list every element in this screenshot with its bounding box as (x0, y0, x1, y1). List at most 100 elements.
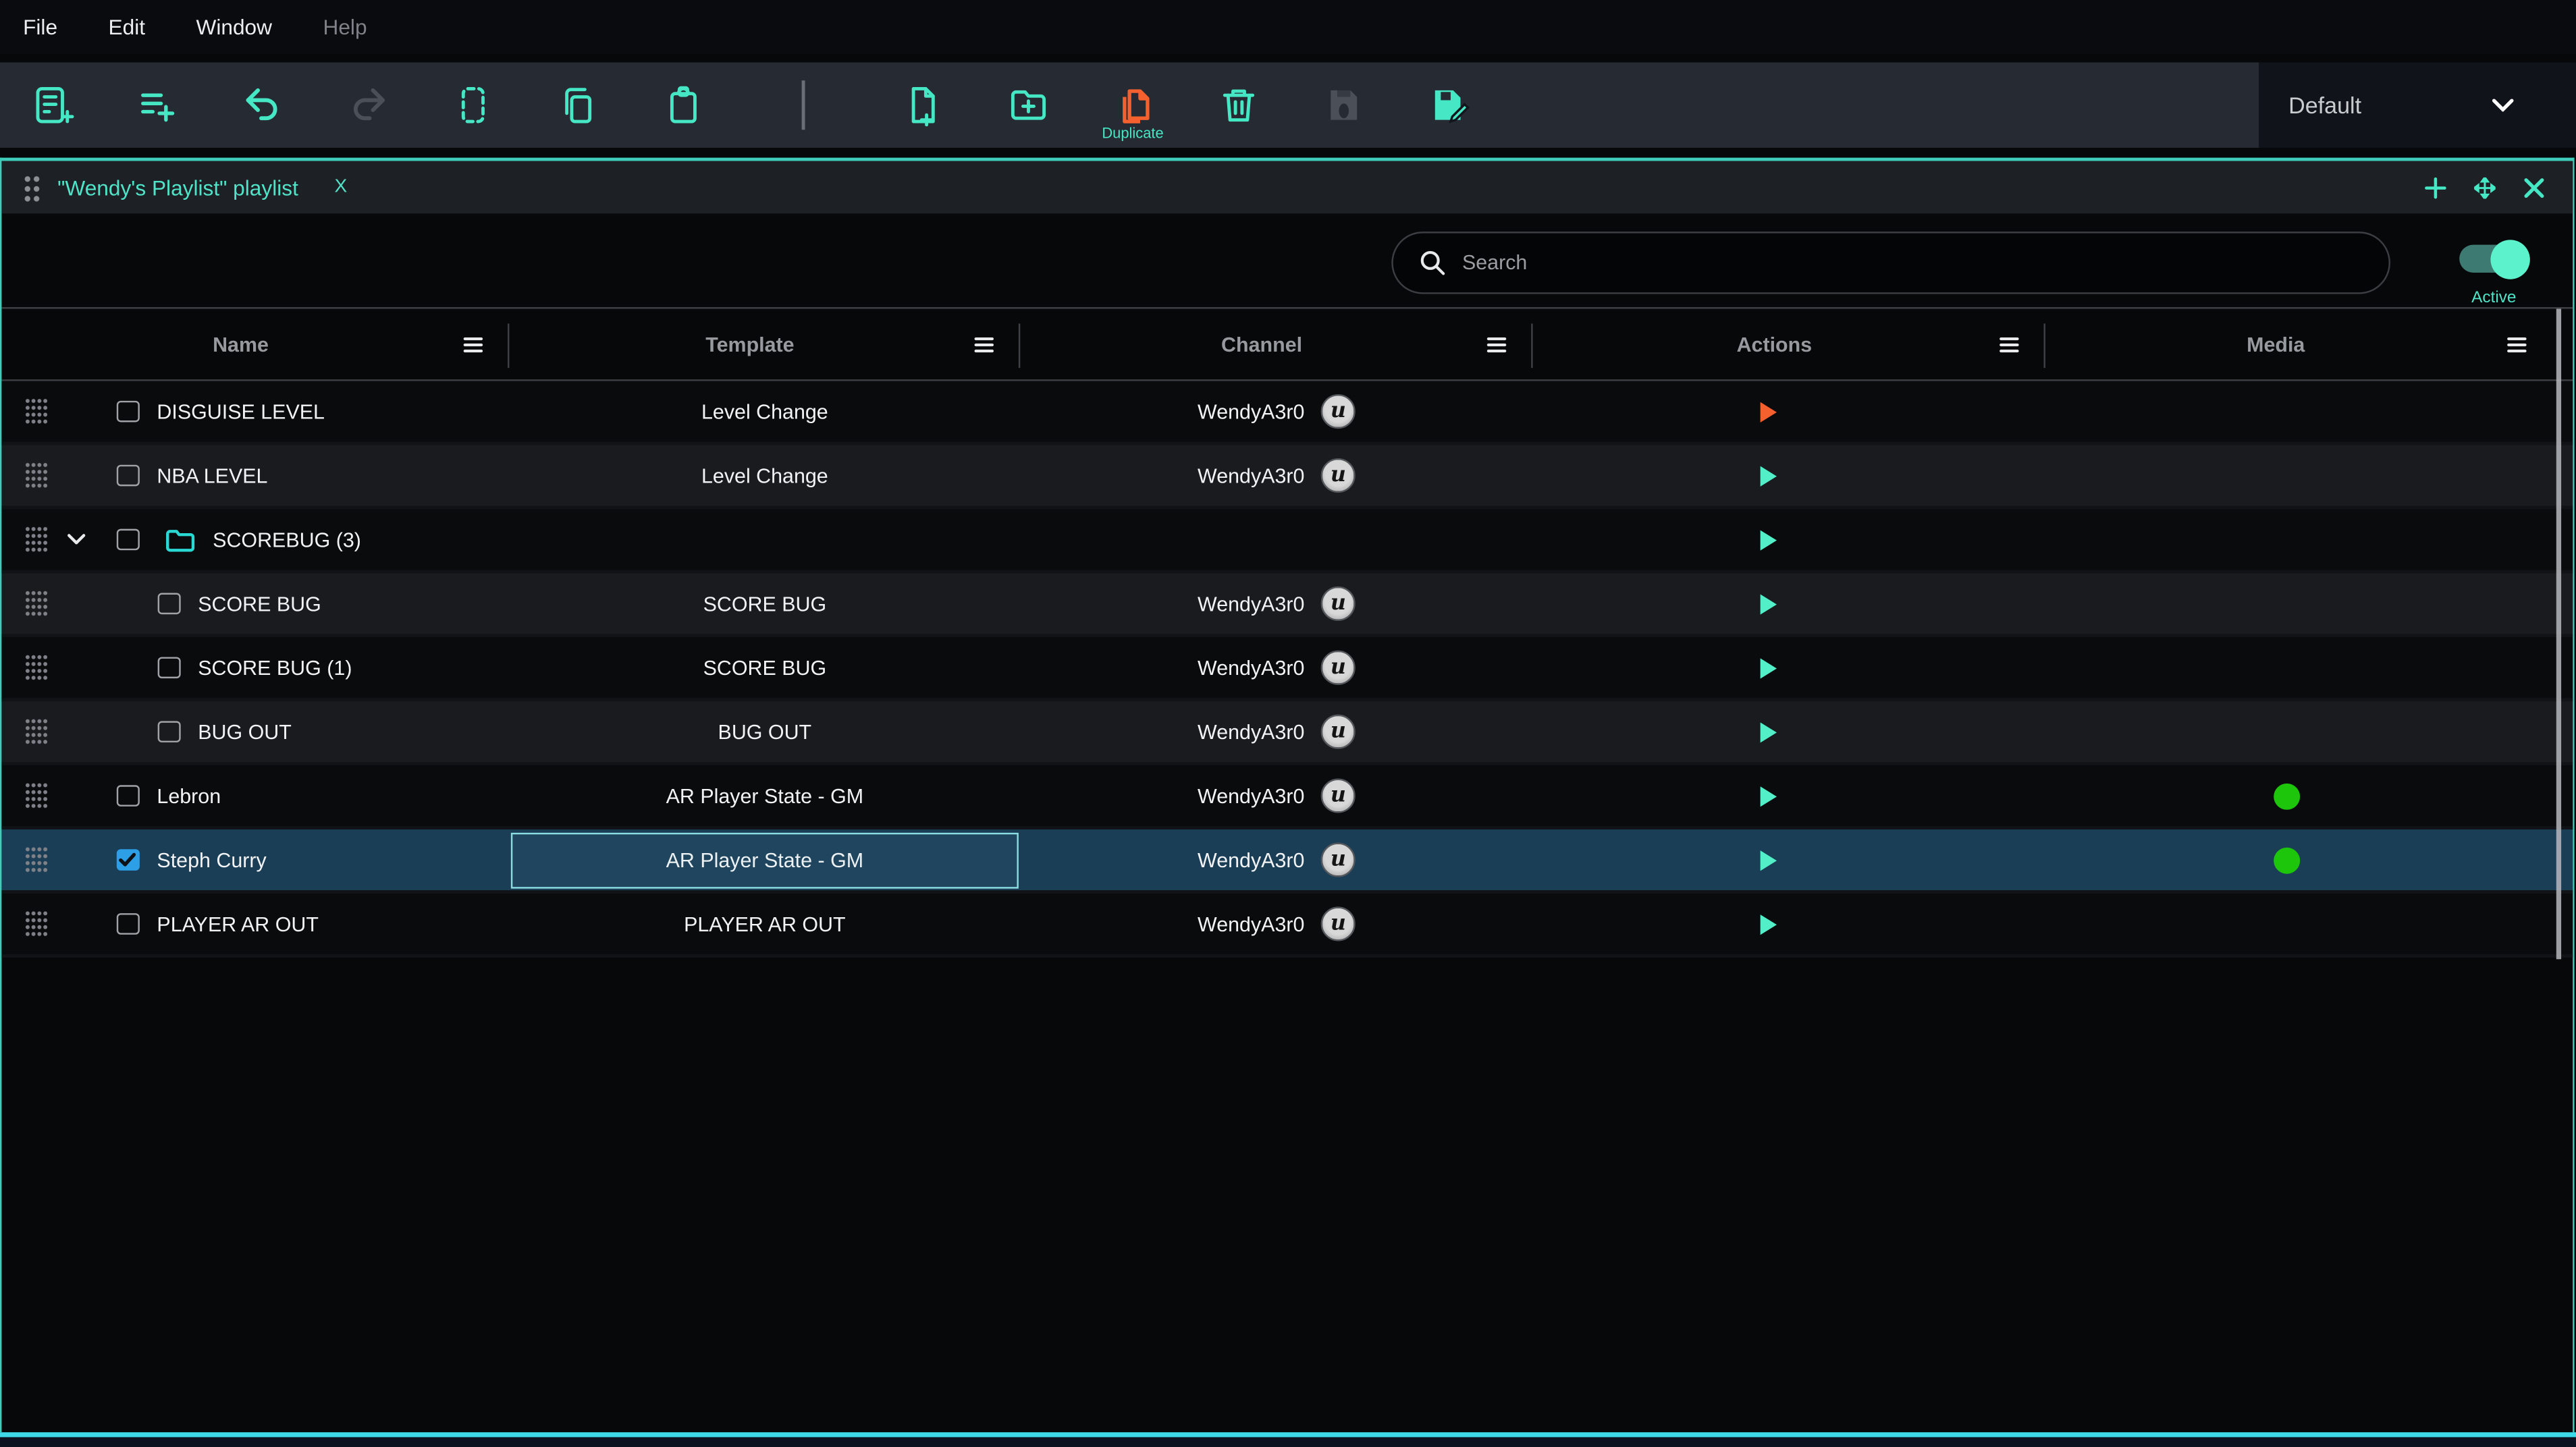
table-row[interactable]: Steph CurryAR Player State - GMWendyA3r0… (1, 829, 2571, 894)
row-template-cell: Level Change (509, 445, 1020, 506)
row-checkbox[interactable] (117, 400, 139, 422)
chevron-down-icon (2492, 99, 2514, 111)
table-row[interactable]: DISGUISE LEVELLevel ChangeWendyA3r0u (1, 381, 2571, 445)
row-media-cell (2045, 445, 2572, 506)
row-checkbox[interactable] (117, 785, 139, 807)
unreal-engine-icon: u (1321, 715, 1356, 749)
play-button[interactable] (1759, 912, 1777, 935)
row-actions-cell (1533, 829, 2045, 890)
row-checkbox[interactable] (158, 657, 180, 679)
profile-dropdown-value: Default (2288, 92, 2361, 118)
drag-handle-icon[interactable] (25, 590, 48, 618)
page-add-icon (901, 84, 944, 126)
row-checkbox[interactable] (117, 528, 139, 551)
tab-drag-handle-icon[interactable] (23, 173, 41, 201)
add-panel-button[interactable] (2424, 177, 2446, 198)
toolbar-button-duplicate[interactable]: Duplicate (1100, 69, 1165, 141)
play-button[interactable] (1759, 400, 1777, 423)
column-header-media: Media (2045, 309, 2572, 380)
row-media-cell (2045, 829, 2572, 890)
toolbar-button-cut[interactable] (440, 69, 506, 141)
toolbar-button-add-playlist[interactable] (20, 69, 85, 141)
column-menu-icon[interactable] (2000, 335, 2019, 353)
search-row: Active (1, 213, 2571, 307)
toolbar-button-save-edit[interactable] (1416, 69, 1481, 141)
table-row[interactable]: LebronAR Player State - GMWendyA3r0u (1, 765, 2571, 829)
column-menu-icon[interactable] (2506, 335, 2526, 353)
search-input[interactable] (1459, 250, 2388, 276)
toolbar-button-paste[interactable] (651, 69, 716, 141)
play-button[interactable] (1759, 848, 1777, 871)
table-row[interactable]: BUG OUTBUG OUTWendyA3r0u (1, 701, 2571, 765)
row-add-icon (136, 84, 179, 126)
application-window: File Edit Window Help Duplicate Default "We… (0, 0, 2576, 1447)
row-name-cell: DISGUISE LEVEL (1, 381, 509, 442)
row-template-label: SCORE BUG (703, 592, 827, 615)
row-template-cell (509, 509, 1020, 570)
table-row[interactable]: SCORE BUGSCORE BUGWendyA3r0u (1, 573, 2571, 637)
row-channel-cell: WendyA3r0u (1020, 573, 1532, 634)
chevron-down-icon[interactable] (67, 534, 85, 545)
folder-add-icon (1007, 84, 1049, 126)
profile-dropdown[interactable]: Default (2259, 62, 2576, 148)
table-row[interactable]: SCORE BUG (1)SCORE BUGWendyA3r0u (1, 637, 2571, 701)
row-checkbox[interactable] (117, 849, 139, 871)
table-row[interactable]: NBA LEVELLevel ChangeWendyA3r0u (1, 445, 2571, 510)
drag-handle-icon[interactable] (25, 462, 48, 489)
tab-title[interactable]: "Wendy's Playlist" playlist (57, 175, 298, 200)
column-menu-icon[interactable] (463, 335, 483, 353)
row-template-cell: SCORE BUG (509, 573, 1020, 634)
active-toggle-block: Active (2443, 245, 2545, 307)
drag-handle-icon[interactable] (25, 846, 48, 873)
vertical-scrollbar[interactable] (2556, 309, 2560, 960)
unreal-engine-icon: u (1321, 586, 1356, 621)
column-menu-icon[interactable] (1486, 335, 1506, 353)
play-button[interactable] (1759, 720, 1777, 743)
row-template-cell: Level Change (509, 381, 1020, 442)
drag-handle-icon[interactable] (25, 910, 48, 937)
toolbar-button-undo[interactable] (230, 69, 296, 141)
row-actions-cell (1533, 701, 2045, 762)
row-name-cell: Steph Curry (1, 829, 509, 890)
menubar-item-help[interactable]: Help (323, 15, 367, 40)
move-panel-button[interactable] (2473, 177, 2495, 198)
toolbar-button-add-row[interactable] (125, 69, 190, 141)
toolbar-button-copy[interactable] (545, 69, 611, 141)
row-name-label: PLAYER AR OUT (157, 912, 319, 935)
toolbar: Duplicate (0, 62, 2259, 148)
toolbar-button-new-folder[interactable] (995, 69, 1061, 141)
drag-handle-icon[interactable] (25, 526, 48, 553)
row-actions-cell (1533, 637, 2045, 698)
row-checkbox[interactable] (158, 593, 180, 615)
row-name-label: SCORE BUG (1) (198, 656, 352, 679)
media-status-dot (2274, 783, 2301, 809)
menubar-item-file[interactable]: File (23, 15, 57, 40)
row-checkbox[interactable] (117, 913, 139, 935)
toolbar-button-new-page[interactable] (890, 69, 955, 141)
drag-handle-icon[interactable] (25, 718, 48, 746)
tab-close-button[interactable]: X (334, 178, 347, 197)
close-panel-button[interactable] (2523, 177, 2544, 198)
play-button[interactable] (1759, 528, 1777, 551)
column-menu-icon[interactable] (974, 335, 994, 353)
toolbar-button-redo[interactable] (335, 69, 400, 141)
row-checkbox[interactable] (158, 721, 180, 743)
toolbar-button-delete[interactable] (1205, 69, 1270, 141)
active-toggle[interactable] (2459, 245, 2527, 273)
menubar-item-edit[interactable]: Edit (109, 15, 146, 40)
play-button[interactable] (1759, 464, 1777, 487)
drag-handle-icon[interactable] (25, 654, 48, 682)
menubar-item-window[interactable]: Window (196, 15, 272, 40)
drag-handle-icon[interactable] (25, 398, 48, 425)
play-button[interactable] (1759, 656, 1777, 679)
table-row[interactable]: SCOREBUG (3) (1, 509, 2571, 573)
play-button[interactable] (1759, 784, 1777, 807)
table-row[interactable]: PLAYER AR OUTPLAYER AR OUTWendyA3r0u (1, 894, 2571, 958)
drag-handle-icon[interactable] (25, 782, 48, 809)
expand-slot (48, 509, 104, 570)
play-button[interactable] (1759, 592, 1777, 615)
toolbar-button-save[interactable] (1310, 69, 1376, 141)
row-channel-label: WendyA3r0 (1198, 464, 1304, 487)
row-checkbox[interactable] (117, 464, 139, 487)
row-channel-cell: WendyA3r0u (1020, 445, 1532, 506)
